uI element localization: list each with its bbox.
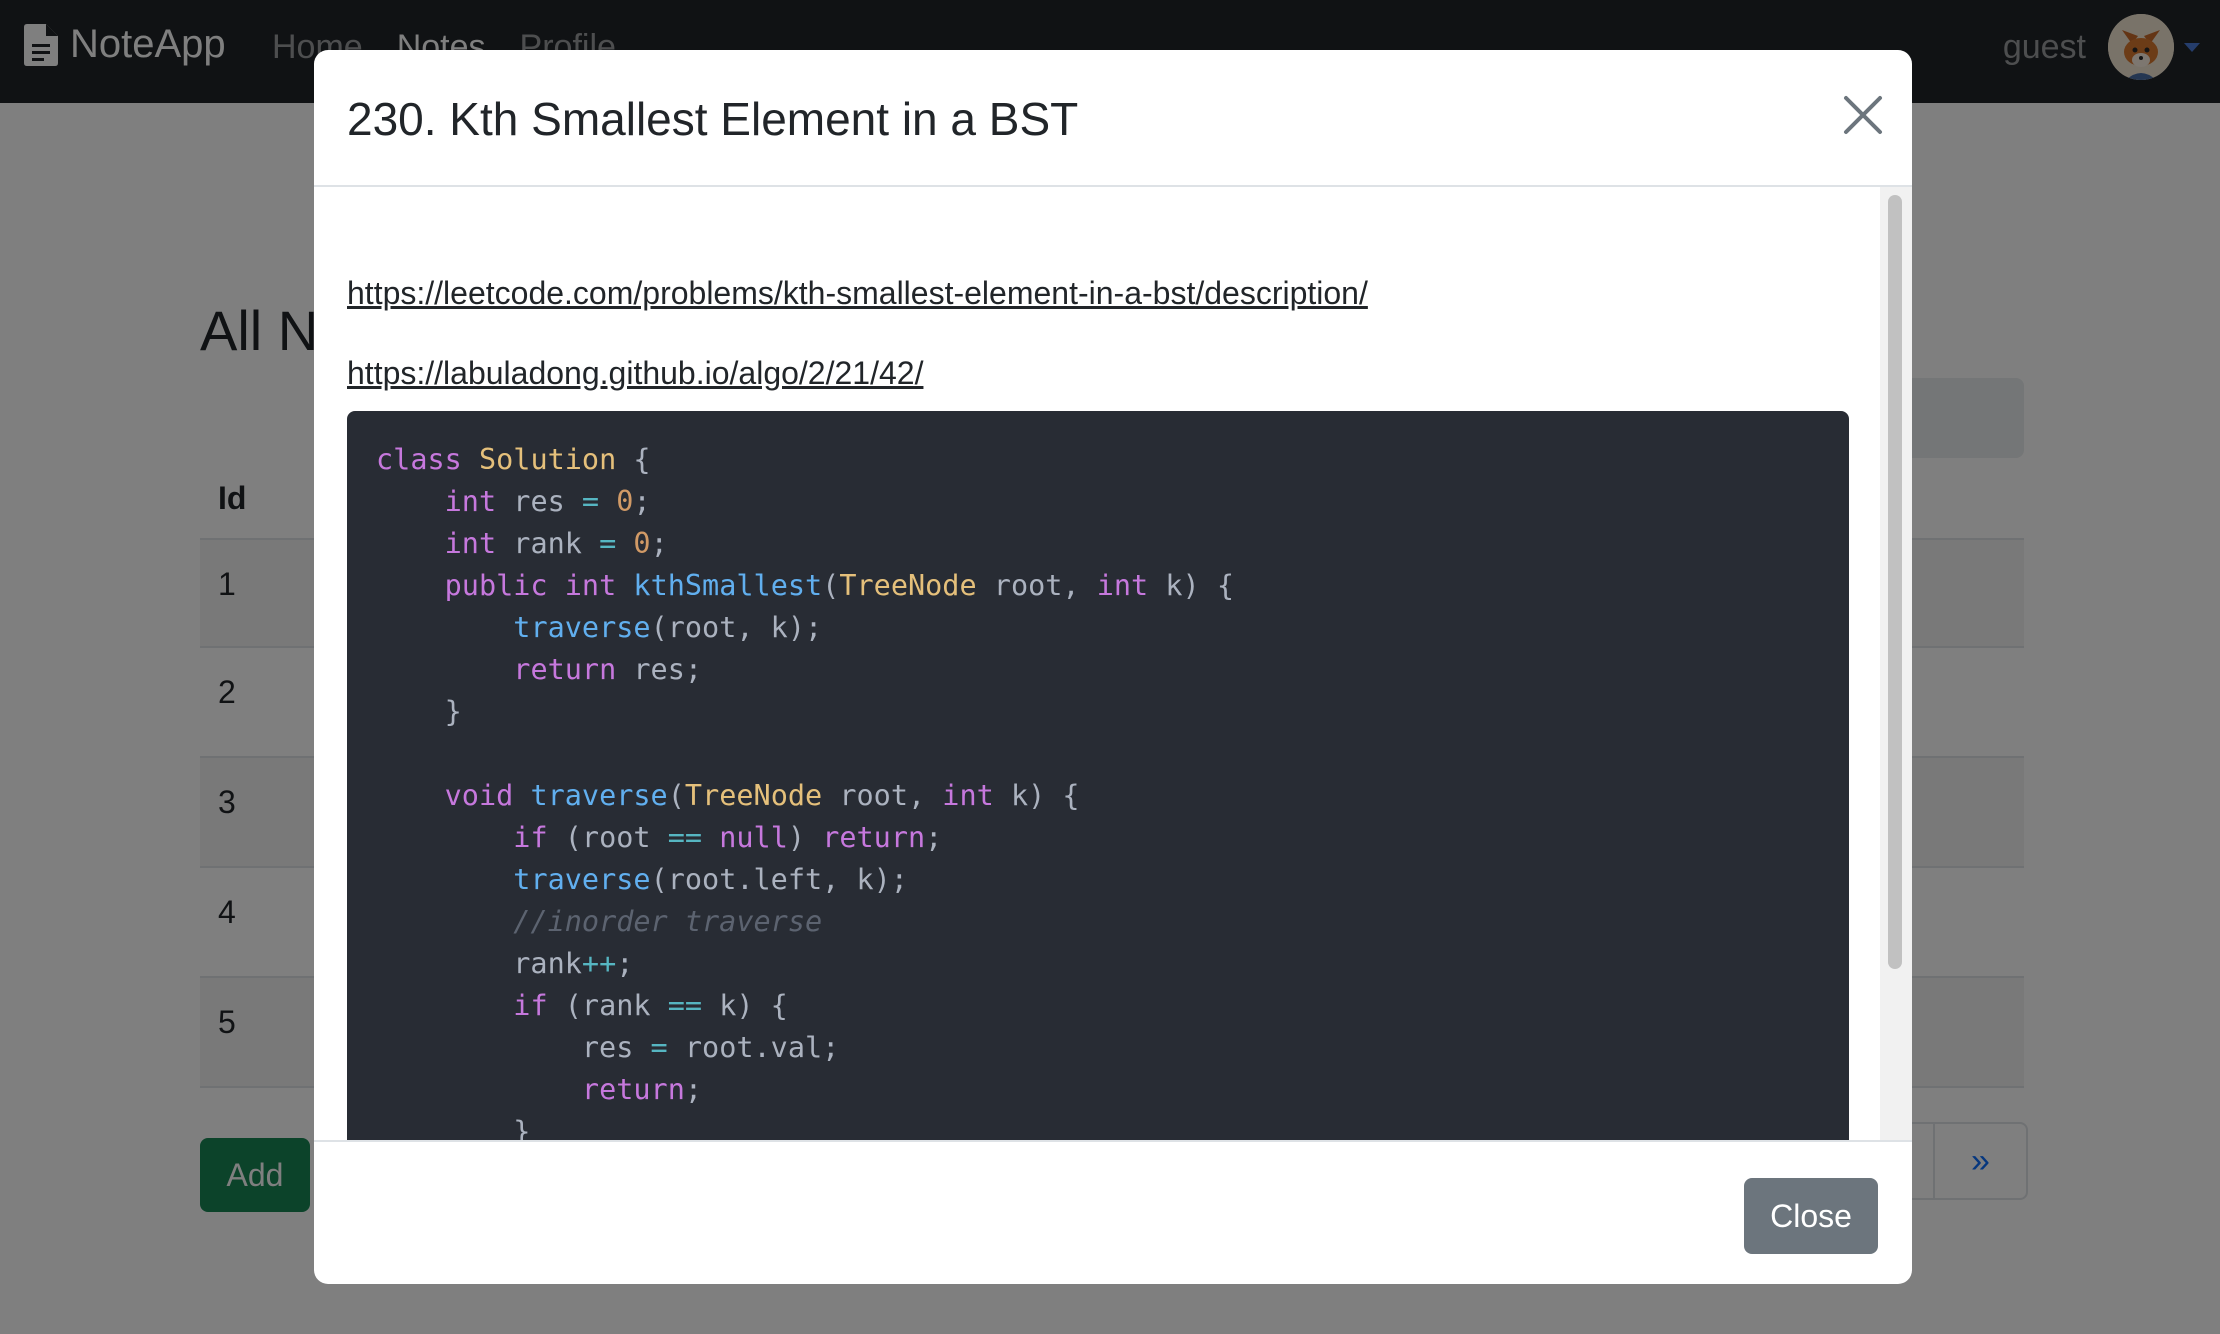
- leetcode-link[interactable]: https://leetcode.com/problems/kth-smalle…: [347, 275, 1368, 312]
- modal-header: 230. Kth Smallest Element in a BST: [314, 50, 1912, 187]
- close-button[interactable]: Close: [1744, 1178, 1878, 1254]
- note-modal: 230. Kth Smallest Element in a BST https…: [314, 50, 1912, 1284]
- modal-title: 230. Kth Smallest Element in a BST: [347, 93, 1079, 145]
- close-icon[interactable]: [1842, 94, 1884, 136]
- code-content: class Solution { int res = 0; int rank =…: [376, 443, 1235, 1140]
- modal-body: https://leetcode.com/problems/kth-smalle…: [314, 187, 1912, 1140]
- modal-footer: Close: [314, 1140, 1912, 1284]
- code-block: class Solution { int res = 0; int rank =…: [347, 411, 1849, 1140]
- labuladong-link[interactable]: https://labuladong.github.io/algo/2/21/4…: [347, 355, 923, 392]
- scrollbar-thumb[interactable]: [1888, 195, 1902, 969]
